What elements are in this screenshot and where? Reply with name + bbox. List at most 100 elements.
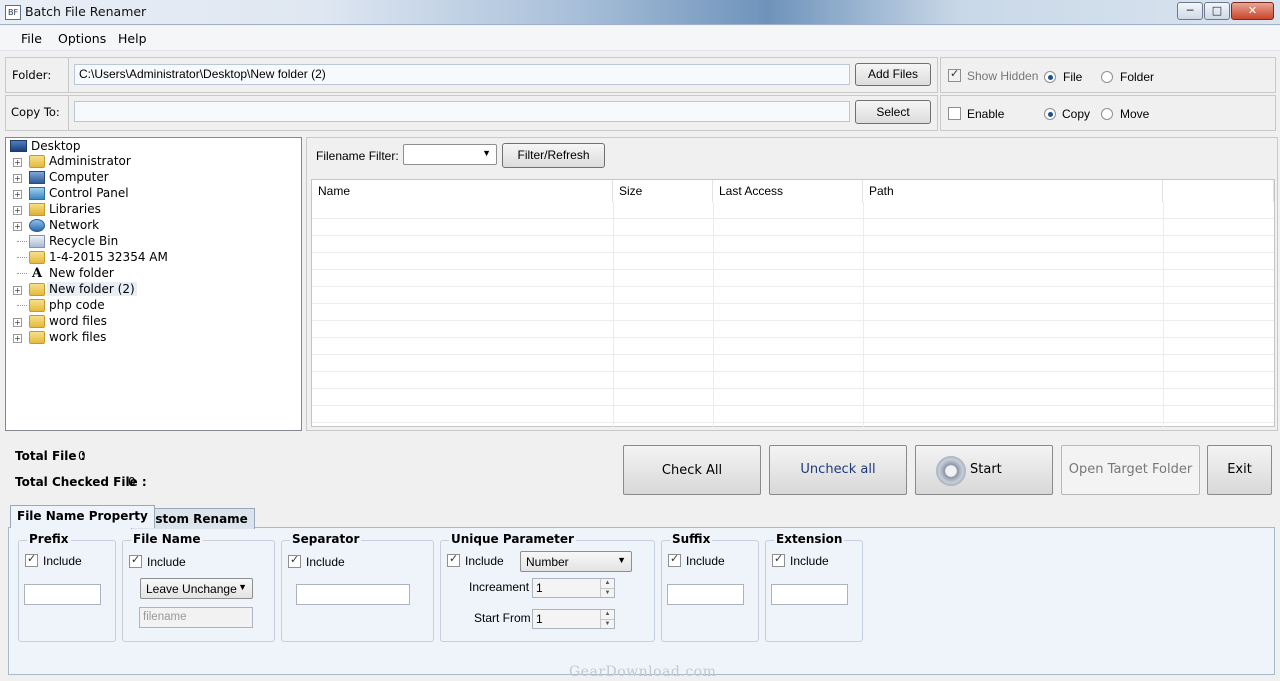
start-from-stepper[interactable]: 1 ▲ ▼ (532, 609, 615, 629)
add-files-button[interactable]: Add Files (855, 63, 931, 86)
folder-path-input[interactable]: C:\Users\Administrator\Desktop\New folde… (74, 64, 850, 85)
uncheck-all-button[interactable]: Uncheck all (769, 445, 907, 495)
tree-item[interactable]: + Libraries (6, 202, 296, 218)
open-target-folder-button[interactable]: Open Target Folder (1061, 445, 1200, 495)
expand-icon[interactable]: + (13, 318, 22, 327)
copy-radio[interactable] (1044, 108, 1056, 120)
separator-input[interactable] (296, 584, 410, 605)
expand-icon[interactable]: + (13, 190, 22, 199)
file-radio[interactable] (1044, 71, 1056, 83)
exit-button[interactable]: Exit (1207, 445, 1272, 495)
expand-icon[interactable]: + (13, 286, 22, 295)
tree-item[interactable]: Recycle Bin (6, 234, 296, 250)
filter-refresh-button[interactable]: Filter/Refresh (502, 143, 605, 168)
menu-file[interactable]: File (21, 31, 42, 46)
file-name-mode-combo[interactable]: Leave Unchange ▼ (140, 578, 253, 599)
maximize-button[interactable]: □ (1204, 2, 1230, 20)
tree-label: New folder (49, 266, 114, 280)
tree-item[interactable]: + Control Panel (6, 186, 296, 202)
window-title: Batch File Renamer (25, 4, 147, 19)
folder-icon (29, 299, 45, 312)
folder-tree[interactable]: Desktop + Administrator + Computer + Control … (5, 137, 302, 431)
expand-icon[interactable]: + (13, 334, 22, 343)
column-header-size[interactable]: Size (613, 180, 713, 202)
move-radio[interactable] (1101, 108, 1113, 120)
tab-file-name-property[interactable]: File Name Property (10, 505, 155, 528)
column-divider (1163, 202, 1164, 427)
copy-to-input[interactable] (74, 101, 850, 122)
total-checked-label: Total Checked File : (15, 475, 147, 489)
table-row[interactable] (312, 372, 1274, 389)
increment-stepper[interactable]: 1 ▲ ▼ (532, 578, 615, 598)
file-name-include-checkbox[interactable] (129, 553, 142, 568)
filename-filter-label: Filename Filter: (316, 149, 399, 163)
table-row[interactable] (312, 321, 1274, 338)
suffix-include-checkbox[interactable] (668, 552, 681, 567)
start-button[interactable]: Start (915, 445, 1053, 495)
file-list[interactable]: Name Size Last Access Path (311, 179, 1275, 427)
menu-options[interactable]: Options (58, 31, 106, 46)
select-button[interactable]: Select (855, 100, 931, 124)
chevron-down-icon: ▼ (617, 555, 626, 565)
prefix-include-checkbox[interactable] (25, 552, 38, 567)
table-row[interactable] (312, 219, 1274, 236)
column-divider (713, 202, 714, 427)
tree-root-desktop[interactable]: Desktop (6, 138, 296, 154)
column-header-name[interactable]: Name (312, 180, 613, 202)
unique-include-checkbox[interactable] (447, 552, 460, 567)
file-name-input[interactable]: filename (139, 607, 253, 628)
table-row[interactable] (312, 338, 1274, 355)
column-header-path[interactable]: Path (863, 180, 1163, 202)
extension-input[interactable] (771, 584, 848, 605)
spin-up-icon[interactable]: ▲ (600, 579, 614, 588)
tree-item[interactable]: + New folder (2) (6, 282, 296, 298)
separator-include-checkbox[interactable] (288, 553, 301, 568)
spin-down-icon[interactable]: ▼ (600, 619, 614, 628)
spin-up-icon[interactable]: ▲ (600, 610, 614, 619)
table-row[interactable] (312, 253, 1274, 270)
spin-down-icon[interactable]: ▼ (600, 588, 614, 597)
show-hidden-checkbox[interactable] (948, 67, 961, 82)
tree-label: New folder (2) (47, 282, 137, 296)
tree-item[interactable]: 1-4-2015 32354 AM (6, 250, 296, 266)
expand-icon[interactable]: + (13, 158, 22, 167)
tree-item[interactable]: + Network (6, 218, 296, 234)
prefix-input[interactable] (24, 584, 101, 605)
tree-item[interactable]: php code (6, 298, 296, 314)
table-row[interactable] (312, 202, 1274, 219)
table-row[interactable] (312, 287, 1274, 304)
enable-checkbox[interactable] (948, 107, 961, 120)
separator-title: Separator (290, 532, 362, 546)
table-row[interactable] (312, 236, 1274, 253)
increment-value: 1 (536, 581, 543, 595)
folder-radio[interactable] (1101, 71, 1113, 83)
table-row[interactable] (312, 304, 1274, 321)
tree-item[interactable]: + Computer (6, 170, 296, 186)
minimize-button[interactable]: ─ (1177, 2, 1203, 20)
check-all-button[interactable]: Check All (623, 445, 761, 495)
table-row[interactable] (312, 270, 1274, 287)
column-divider (613, 202, 614, 427)
tree-item[interactable]: + Administrator (6, 154, 296, 170)
menu-help[interactable]: Help (118, 31, 147, 46)
table-row[interactable] (312, 389, 1274, 406)
expand-icon[interactable]: + (13, 222, 22, 231)
filename-filter-combo[interactable]: ▼ (403, 144, 497, 165)
tree-item[interactable]: A New folder (6, 266, 296, 282)
table-row[interactable] (312, 355, 1274, 372)
tree-item[interactable]: + work files (6, 330, 296, 346)
suffix-group: Suffix Include (661, 532, 759, 642)
column-header-last-access[interactable]: Last Access (713, 180, 863, 202)
tree-connector (17, 273, 27, 274)
extension-include-checkbox[interactable] (772, 552, 785, 567)
font-icon: A (31, 266, 43, 281)
unique-type-combo[interactable]: Number ▼ (520, 551, 632, 572)
expand-icon[interactable]: + (13, 206, 22, 215)
total-file-value: 0 (78, 449, 86, 463)
expand-icon[interactable]: + (13, 174, 22, 183)
suffix-input[interactable] (667, 584, 744, 605)
close-button[interactable]: ✕ (1231, 2, 1274, 20)
table-row[interactable] (312, 406, 1274, 423)
tree-item[interactable]: + word files (6, 314, 296, 330)
tree-label: Control Panel (49, 186, 129, 200)
